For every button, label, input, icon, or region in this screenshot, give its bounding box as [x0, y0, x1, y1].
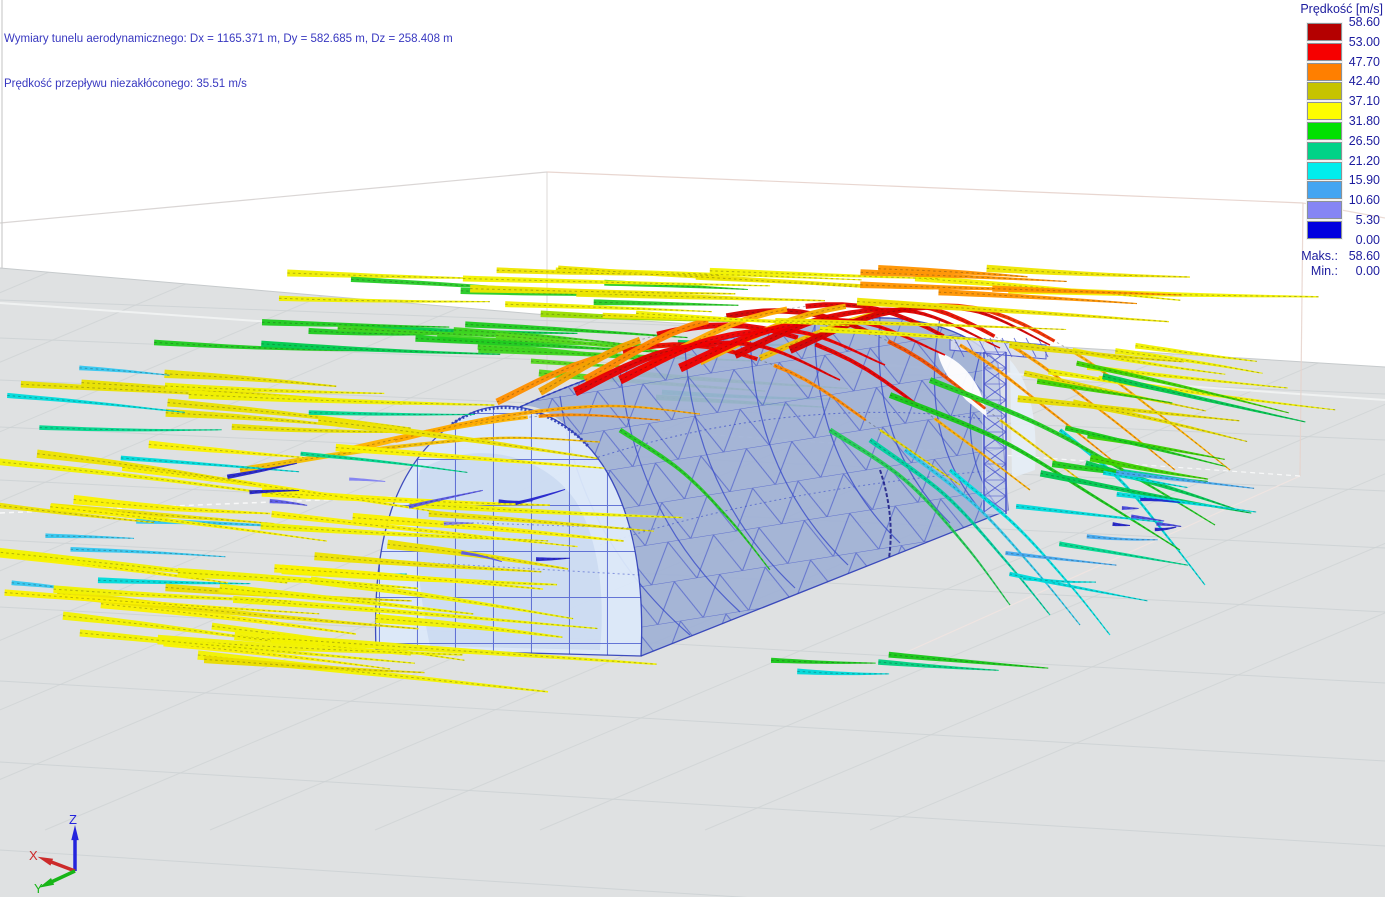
tunnel-info: Wymiary tunelu aerodynamicznego: Dx = 11… — [4, 2, 453, 122]
legend-boundary-value: 53.00 — [1348, 34, 1380, 49]
legend-boundary-value: 0.00 — [1355, 232, 1380, 247]
axis-label-y: Y — [34, 881, 43, 896]
legend-boundary-value: 10.60 — [1348, 193, 1380, 208]
legend-boundary-value: 58.60 — [1348, 15, 1380, 29]
axis-label-x: X — [29, 848, 38, 863]
axis-label-z: Z — [69, 812, 77, 827]
legend-boundary-value: 15.90 — [1348, 173, 1380, 188]
tunnel-dimensions-text: Wymiary tunelu aerodynamicznego: Dx = 11… — [4, 33, 453, 45]
3d-viewport[interactable]: Z X Y Wymiary tunelu aerodynamicznego: Dx … — [0, 0, 1385, 897]
legend-min-row: Min.: 0.00 — [1310, 263, 1380, 278]
legend-boundary-value: 5.30 — [1355, 213, 1380, 227]
legend-max-row: Maks.: 58.60 — [1301, 249, 1380, 263]
scene-svg: Z X Y — [0, 0, 1385, 897]
legend-boundary-value: 21.20 — [1348, 153, 1380, 168]
legend-boundary-value: 26.50 — [1348, 133, 1380, 148]
legend-boundary-value: 42.40 — [1348, 74, 1380, 89]
legend-boundary-value: 47.70 — [1348, 54, 1380, 69]
legend-title: Prędkość [m/s] — [1300, 2, 1383, 16]
legend-boundary-value: 37.10 — [1348, 94, 1380, 109]
legend-boundary-value: 31.80 — [1348, 114, 1380, 128]
freestream-velocity-text: Prędkość przepływu niezakłóconego: 35.51… — [4, 78, 247, 90]
